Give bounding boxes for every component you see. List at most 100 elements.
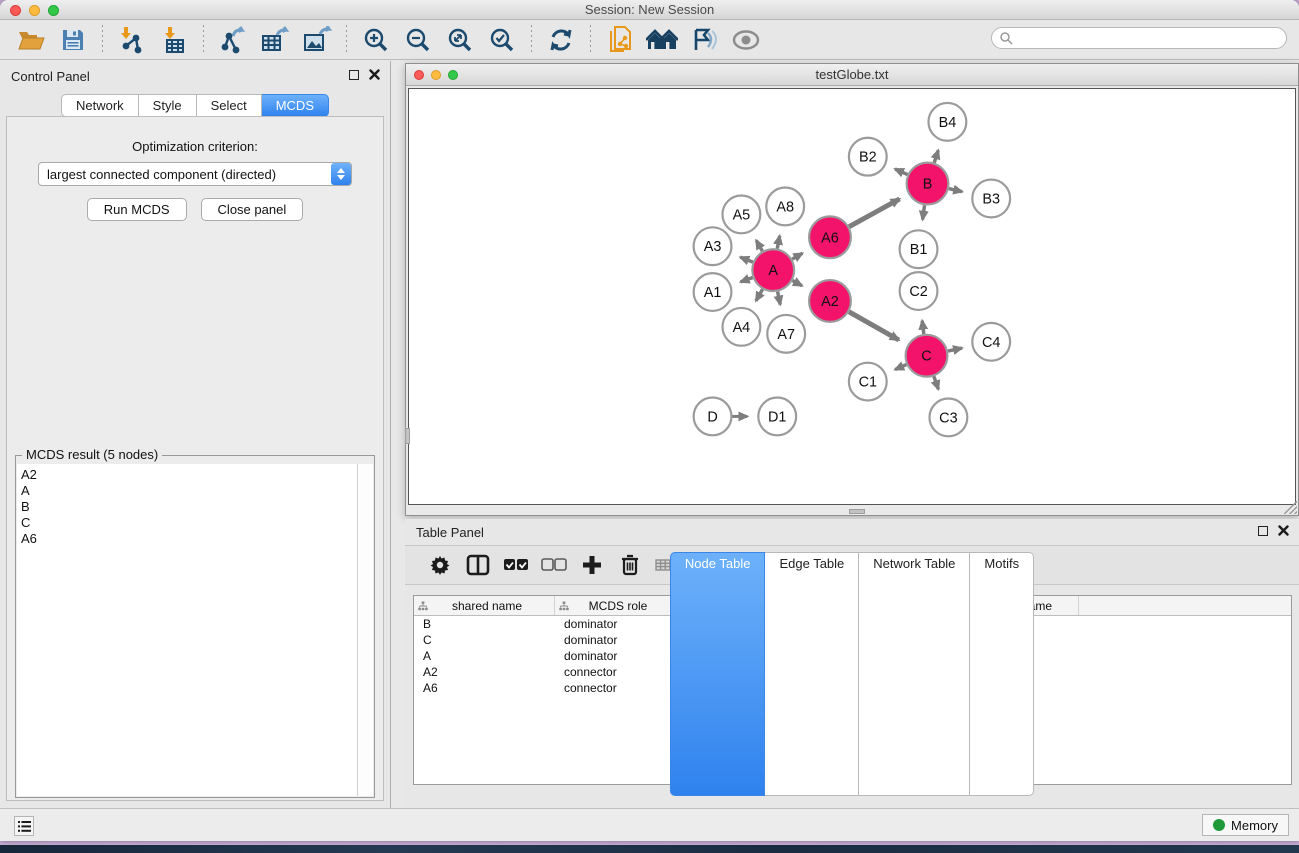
export-network-icon[interactable] [216,24,250,56]
list-item[interactable]: A6 [21,531,357,547]
node-D[interactable]: D [694,398,732,436]
first-neighbors-icon[interactable] [645,24,679,56]
node-D1[interactable]: D1 [758,398,796,436]
edge-B-B3[interactable] [949,189,962,192]
edge-C-C4[interactable] [948,348,962,351]
tab-motifs[interactable]: Motifs [970,552,1034,796]
node-C[interactable]: C [906,335,948,377]
zoom-selected-icon[interactable] [485,24,519,56]
node-A8[interactable]: A8 [766,188,804,226]
list-item[interactable]: A [21,483,357,499]
svg-text:B1: B1 [910,242,928,258]
svg-text:B2: B2 [859,150,877,166]
node-A3[interactable]: A3 [694,227,732,265]
resize-grip-icon[interactable] [1284,501,1297,514]
zoom-out-icon[interactable] [401,24,435,56]
close-table-panel-icon[interactable] [1278,525,1289,536]
edge-A-A2[interactable] [792,281,802,286]
edge-A-A6[interactable] [792,253,802,259]
network-window-titlebar[interactable]: testGlobe.txt [406,64,1298,86]
tab-select[interactable]: Select [197,94,262,117]
open-file-icon[interactable] [14,24,48,56]
node-C1[interactable]: C1 [849,363,887,401]
node-B1[interactable]: B1 [900,230,938,268]
network-window[interactable]: testGlobe.txt B4 B2 B B3 A5A8A6 A3 B1 A C2 A1 A2 A4… [405,63,1299,516]
node-B4[interactable]: B4 [928,103,966,141]
network-canvas[interactable]: B4 B2 B B3 A5A8A6 A3 B1 A C2 A1 A2 A4A7 C4 C C1 D D1 C3 [408,88,1296,505]
tab-mcds[interactable]: MCDS [262,94,329,117]
tab-edge-table[interactable]: Edge Table [765,552,859,796]
run-mcds-button[interactable]: Run MCDS [87,198,187,221]
edge-A-A8[interactable] [777,236,779,249]
memory-button[interactable]: Memory [1202,814,1289,836]
float-panel-icon[interactable] [349,70,359,80]
edge-A-A7[interactable] [778,292,781,305]
node-C2[interactable]: C2 [900,272,938,310]
search-field[interactable] [991,27,1287,49]
import-table-icon[interactable] [157,24,191,56]
edge-C-C1[interactable] [895,365,906,370]
edge-C-C3[interactable] [934,376,939,389]
mcds-result-list[interactable]: A2ABCA6 [17,464,358,796]
criterion-dropdown[interactable]: largest connected component (directed) [38,162,352,186]
tab-network-table[interactable]: Network Table [859,552,970,796]
zoom-fit-icon[interactable] [443,24,477,56]
float-table-panel-icon[interactable] [1258,526,1268,536]
edge-C-C2[interactable] [922,321,924,334]
edge-B-B1[interactable] [923,205,925,219]
node-B3[interactable]: B3 [972,180,1010,218]
node-A2[interactable]: A2 [809,280,851,322]
node-B[interactable]: B [907,163,949,205]
memory-label: Memory [1231,818,1278,833]
edge-A-A1[interactable] [741,278,753,282]
control-panel: Control Panel NetworkStyleSelectMCDS Opt… [0,61,391,808]
horizontal-scrollbar-thumb[interactable] [849,509,865,514]
toolbar-separator [346,25,347,55]
node-C3[interactable]: C3 [929,399,967,437]
svg-text:D1: D1 [768,409,786,425]
import-network-icon[interactable] [115,24,149,56]
node-A7[interactable]: A7 [767,315,805,353]
tab-style[interactable]: Style [139,94,197,117]
refresh-icon[interactable] [544,24,578,56]
node-C4[interactable]: C4 [972,323,1010,361]
show-details-icon[interactable] [729,24,763,56]
edge-A2-C[interactable] [849,312,899,340]
list-item[interactable]: B [21,499,357,515]
result-list-scrollbar[interactable] [358,464,373,796]
tab-node-table[interactable]: Node Table [670,552,766,796]
table-tabs: Node TableEdge TableNetwork TableMotifs [405,552,1299,796]
control-panel-title: Control Panel [11,69,90,84]
vertical-scrollbar-thumb[interactable] [405,428,410,444]
node-A1[interactable]: A1 [694,273,732,311]
tab-network[interactable]: Network [61,94,139,117]
node-A4[interactable]: A4 [722,308,760,346]
toolbar-separator [203,25,204,55]
node-A6[interactable]: A6 [809,216,851,258]
edge-A-A4[interactable] [756,289,763,301]
edge-A6-B[interactable] [849,199,899,227]
zoom-in-icon[interactable] [359,24,393,56]
toolbar-separator [531,25,532,55]
node-A[interactable]: A [752,249,794,291]
search-input[interactable] [1013,29,1286,47]
node-B2[interactable]: B2 [849,138,887,176]
node-A5[interactable]: A5 [722,195,760,233]
list-item[interactable]: C [21,515,357,531]
network-graph: B4 B2 B B3 A5A8A6 A3 B1 A C2 A1 A2 A4A7 C4 C C1 D D1 C3 [409,89,1295,504]
edge-B-B2[interactable] [895,169,908,175]
task-history-button[interactable] [14,816,34,836]
export-table-icon[interactable] [258,24,292,56]
new-network-icon[interactable] [603,24,637,56]
close-panel-icon[interactable] [369,69,380,80]
hide-details-icon[interactable] [687,24,721,56]
desktop-wallpaper-strip [0,845,1299,853]
close-panel-button[interactable]: Close panel [201,198,304,221]
list-item[interactable]: A2 [21,467,357,483]
edge-A-A3[interactable] [740,257,753,262]
svg-text:C1: C1 [859,375,877,391]
edge-B-B4[interactable] [934,150,938,162]
export-image-icon[interactable] [300,24,334,56]
edge-A-A5[interactable] [756,240,762,251]
save-session-icon[interactable] [56,24,90,56]
